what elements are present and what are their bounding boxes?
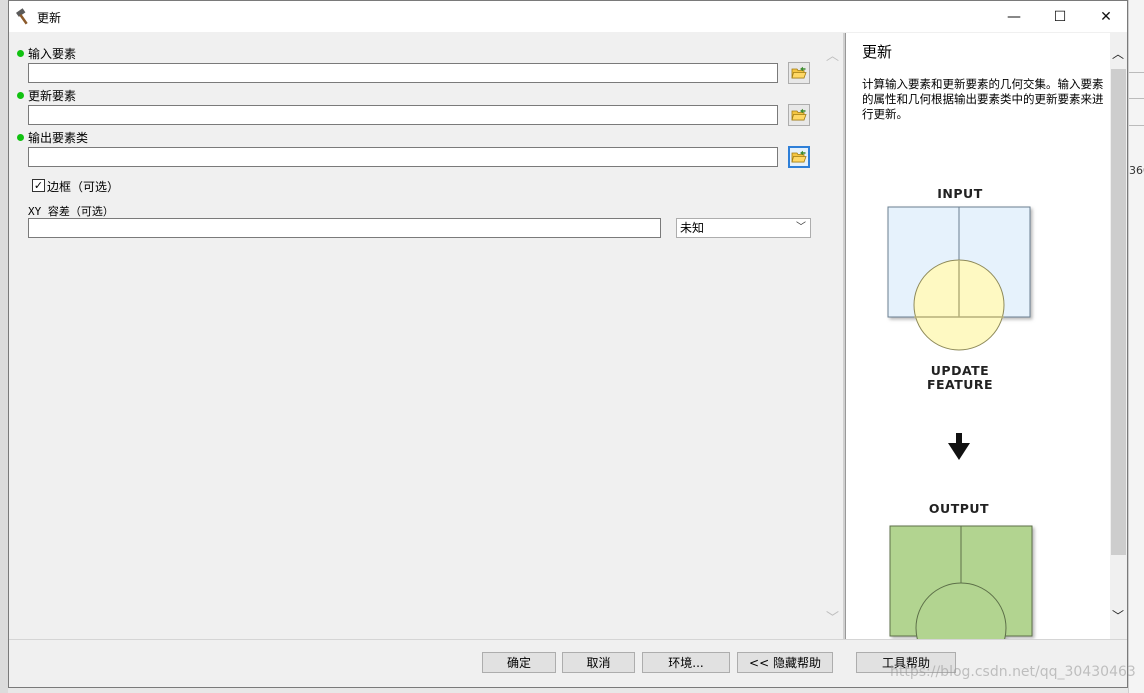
output-polygon bbox=[889, 525, 1033, 639]
scroll-down-icon[interactable]: ﹀ bbox=[826, 607, 839, 626]
help-pane: 更新 计算输入要素和更新要素的几何交集。输入要素的属性和几何根据输出要素类中的更… bbox=[845, 33, 1127, 639]
required-indicator-icon bbox=[17, 134, 24, 141]
watermark-text: https://blog.csdn.net/qq_30430463 bbox=[890, 664, 1136, 680]
maximize-button[interactable]: ☐ bbox=[1037, 1, 1083, 32]
xy-tolerance-unit-select[interactable]: 未知 ﹀ bbox=[676, 218, 811, 238]
hammer-icon bbox=[15, 8, 33, 26]
window-title: 更新 bbox=[37, 11, 62, 25]
open-folder-icon bbox=[791, 66, 807, 79]
background-right-strip: 360 bbox=[1128, 0, 1144, 693]
title-bar[interactable]: 更新 — ☐ ✕ bbox=[9, 1, 1127, 32]
output-feature-class-browse-button[interactable] bbox=[788, 146, 810, 168]
diagram-update-label-line2: FEATURE bbox=[926, 377, 994, 392]
input-features-field[interactable] bbox=[28, 63, 778, 83]
update-feature-circle bbox=[913, 259, 1005, 351]
diagram-update-label-line1: UPDATE bbox=[930, 363, 990, 378]
borders-label: 边框（可选） bbox=[47, 180, 120, 194]
update-features-label: 更新要素 bbox=[28, 89, 77, 103]
scroll-up-icon[interactable]: ︿ bbox=[1112, 45, 1124, 62]
checkmark-icon: ✓ bbox=[33, 179, 44, 192]
diagram-input-label: INPUT bbox=[937, 186, 983, 201]
down-arrow-icon bbox=[948, 433, 970, 460]
diagram-output-label: OUTPUT bbox=[928, 501, 990, 516]
update-features-field[interactable] bbox=[28, 105, 778, 125]
xy-tolerance-field[interactable] bbox=[28, 218, 661, 238]
close-button[interactable]: ✕ bbox=[1083, 1, 1129, 32]
background-line bbox=[1129, 125, 1144, 126]
scrollbar-thumb[interactable] bbox=[1111, 69, 1126, 555]
output-feature-class-label: 输出要素类 bbox=[28, 131, 89, 145]
cancel-button[interactable]: 取消 bbox=[562, 652, 635, 673]
background-line bbox=[1129, 72, 1144, 73]
required-indicator-icon bbox=[17, 92, 24, 99]
parameters-scrollbar[interactable]: ︿ ﹀ bbox=[823, 33, 841, 637]
minimize-button[interactable]: — bbox=[991, 1, 1037, 32]
background-left-strip bbox=[0, 0, 8, 693]
ok-button[interactable]: 确定 bbox=[482, 652, 556, 673]
output-feature-class-field[interactable] bbox=[28, 147, 778, 167]
help-scrollbar[interactable]: ︿ ﹀ bbox=[1110, 33, 1127, 639]
scroll-down-icon[interactable]: ﹀ bbox=[1112, 607, 1124, 624]
background-line bbox=[1129, 98, 1144, 99]
input-features-browse-button[interactable] bbox=[788, 62, 810, 84]
unit-selected-value: 未知 bbox=[680, 221, 705, 235]
input-features-label: 输入要素 bbox=[28, 47, 77, 61]
open-folder-icon bbox=[791, 150, 807, 163]
hide-help-button[interactable]: << 隐藏帮助 bbox=[737, 652, 833, 673]
help-description: 计算输入要素和更新要素的几何交集。输入要素的属性和几何根据输出要素类中的更新要素… bbox=[862, 77, 1104, 121]
close-icon: ✕ bbox=[1100, 8, 1112, 25]
chevron-down-icon: ﹀ bbox=[796, 222, 806, 233]
environments-button[interactable]: 环境... bbox=[642, 652, 730, 673]
scroll-up-icon[interactable]: ︿ bbox=[826, 45, 839, 64]
background-text-fragment: 360 bbox=[1129, 164, 1144, 177]
maximize-icon: ☐ bbox=[1053, 8, 1067, 25]
update-features-browse-button[interactable] bbox=[788, 104, 810, 126]
help-title: 更新 bbox=[862, 43, 893, 61]
update-tool-dialog: 更新 — ☐ ✕ 输入要素 更新要素 输出要素类 ✓ 边框（可选） XY 容差（… bbox=[8, 0, 1128, 688]
minimize-icon: — bbox=[1007, 8, 1021, 25]
update-diagram bbox=[887, 206, 1033, 639]
open-folder-icon bbox=[791, 108, 807, 121]
required-indicator-icon bbox=[17, 50, 24, 57]
parameters-pane: 输入要素 更新要素 输出要素类 ✓ 边框（可选） XY 容差（可选） 未知 ﹀ … bbox=[9, 33, 843, 639]
xy-tolerance-label: XY 容差（可选） bbox=[28, 205, 114, 218]
borders-checkbox[interactable]: ✓ bbox=[32, 179, 45, 192]
